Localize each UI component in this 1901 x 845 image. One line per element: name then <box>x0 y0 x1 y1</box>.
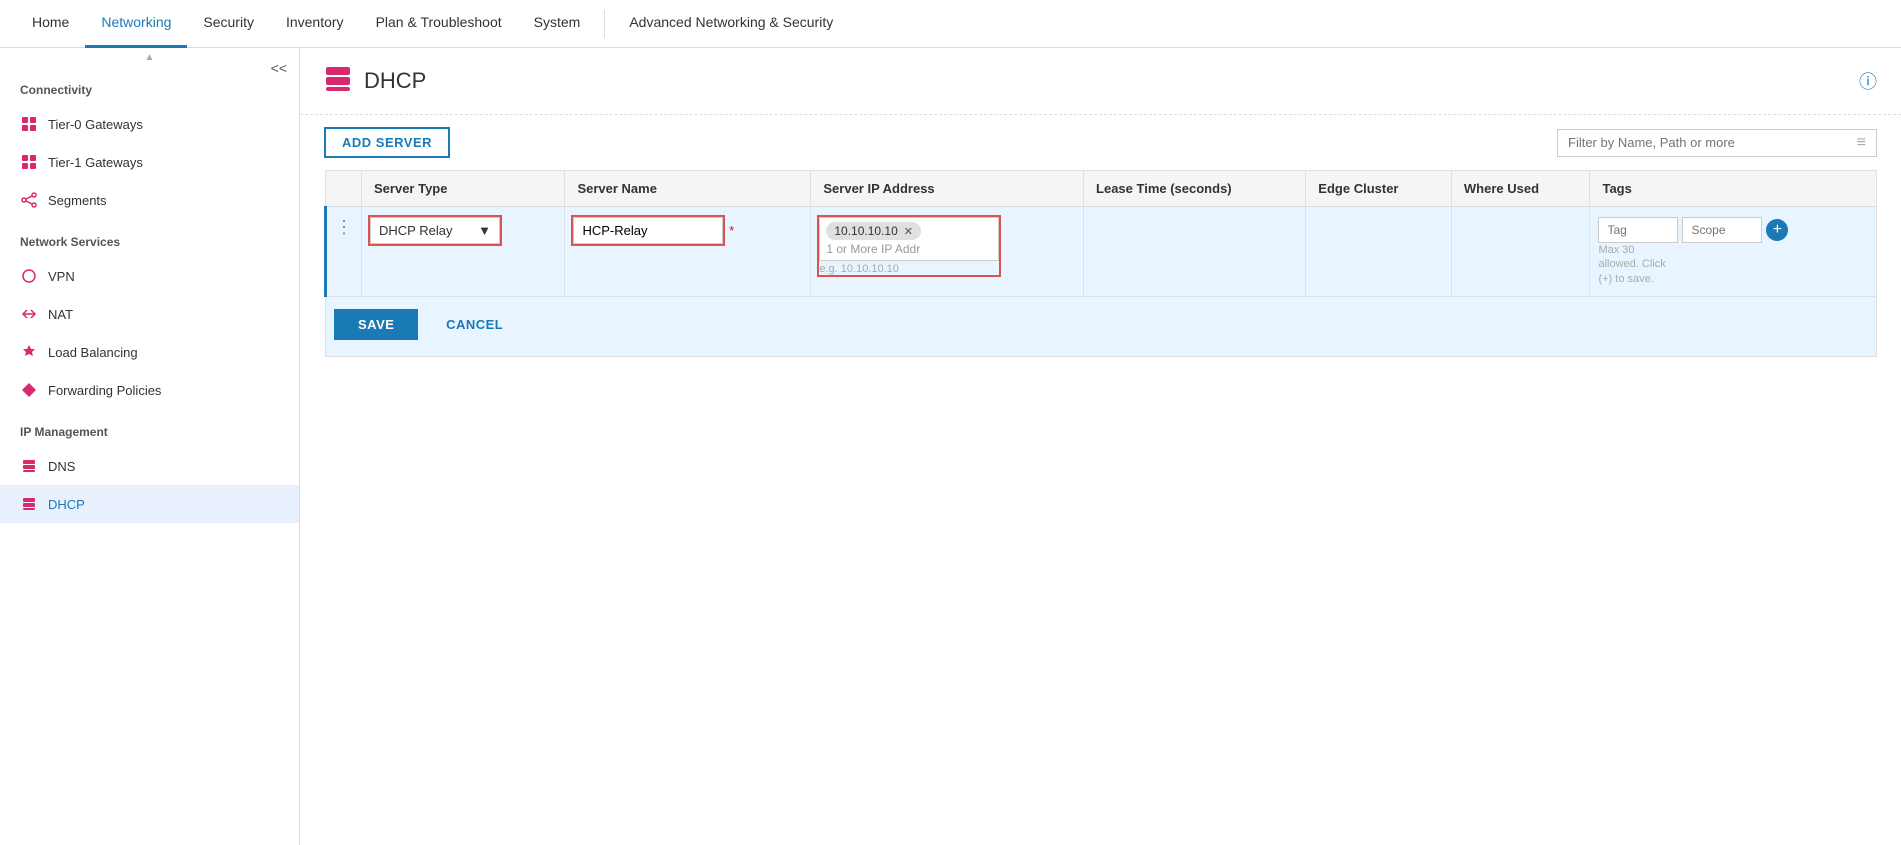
ip-example: e.g. 10.10.10.10 <box>819 263 999 275</box>
sidebar-item-label-tier1: Tier-1 Gateways <box>48 155 143 170</box>
server-type-cell: DHCP Relay ▼ <box>362 207 565 297</box>
scope-input[interactable] <box>1682 217 1762 243</box>
sidebar-scroll-up[interactable]: ▲ <box>0 48 299 67</box>
save-cancel-row: SAVE CANCEL <box>326 296 1877 356</box>
page-header: DHCP ⓘ <box>300 48 1901 115</box>
segments-icon <box>20 191 38 209</box>
required-star: * <box>729 223 734 238</box>
server-type-dropdown-icon: ▼ <box>478 223 491 238</box>
main-content: DHCP ⓘ ADD SERVER ≡ Server Type Server N… <box>300 48 1901 845</box>
ip-tag: 10.10.10.10 ✕ <box>826 222 921 240</box>
save-button[interactable]: SAVE <box>334 309 418 340</box>
sidebar-item-nat[interactable]: NAT <box>0 295 299 333</box>
edge-cluster-cell <box>1306 207 1452 297</box>
max-note: Max 30 allowed. Click (+) to save. <box>1598 243 1868 286</box>
forwarding-policies-icon <box>20 381 38 399</box>
page-header-icon <box>324 64 352 98</box>
help-icon[interactable]: ⓘ <box>1859 68 1877 94</box>
nav-system[interactable]: System <box>518 0 597 48</box>
server-type-select[interactable]: DHCP Relay ▼ <box>370 217 500 244</box>
lease-time-cell <box>1084 207 1306 297</box>
nav-divider <box>604 10 605 38</box>
sidebar-item-forwarding-policies[interactable]: Forwarding Policies <box>0 371 299 409</box>
nav-inventory[interactable]: Inventory <box>270 0 360 48</box>
nav-home[interactable]: Home <box>16 0 85 48</box>
server-name-cell: * <box>565 207 811 297</box>
ip-tag-close-icon[interactable]: ✕ <box>904 225 913 238</box>
col-server-type: Server Type <box>362 171 565 207</box>
table-wrapper: Server Type Server Name Server IP Addres… <box>300 170 1901 357</box>
cancel-button[interactable]: CANCEL <box>430 309 519 340</box>
sidebar-item-label-dhcp: DHCP <box>48 497 85 512</box>
col-server-name: Server Name <box>565 171 811 207</box>
row-actions-cell: ⋮ <box>326 207 362 297</box>
sidebar-item-label-load-balancing: Load Balancing <box>48 345 138 360</box>
sidebar-collapse-button[interactable]: << <box>267 56 291 80</box>
nav-networking[interactable]: Networking <box>85 0 187 48</box>
top-navigation: Home Networking Security Inventory Plan … <box>0 0 1901 48</box>
filter-icon: ≡ <box>1857 134 1866 152</box>
where-used-cell <box>1451 207 1590 297</box>
add-server-button[interactable]: ADD SERVER <box>324 127 450 158</box>
col-where-used: Where Used <box>1451 171 1590 207</box>
sidebar-item-dns[interactable]: DNS <box>0 447 299 485</box>
nav-advanced-networking-security[interactable]: Advanced Networking & Security <box>613 0 849 48</box>
sidebar-section-ip-management: IP Management <box>0 409 299 447</box>
dns-icon <box>20 457 38 475</box>
sidebar-item-label-dns: DNS <box>48 459 75 474</box>
sidebar-item-dhcp[interactable]: DHCP <box>0 485 299 523</box>
page-title: DHCP <box>364 68 426 94</box>
app-layout: ▲ << Connectivity Tier-0 Gateways <box>0 48 1901 845</box>
server-ip-cell: 10.10.10.10 ✕ 1 or More IP Addr e.g. 10.… <box>811 207 1084 297</box>
sidebar-item-label-forwarding-policies: Forwarding Policies <box>48 383 161 398</box>
tags-cell: + Max 30 allowed. Click (+) to save. <box>1590 207 1877 297</box>
server-name-input[interactable] <box>573 217 723 244</box>
tag-add-button[interactable]: + <box>1766 219 1788 241</box>
nav-plan-troubleshoot[interactable]: Plan & Troubleshoot <box>360 0 518 48</box>
col-edge-cluster: Edge Cluster <box>1306 171 1452 207</box>
col-actions <box>326 171 362 207</box>
col-tags: Tags <box>1590 171 1877 207</box>
save-cancel-cell: SAVE CANCEL <box>326 296 1877 356</box>
ip-field-wrapper[interactable]: 10.10.10.10 ✕ 1 or More IP Addr <box>819 217 999 261</box>
sidebar-item-vpn[interactable]: VPN <box>0 257 299 295</box>
vpn-icon <box>20 267 38 285</box>
nav-security[interactable]: Security <box>187 0 270 48</box>
sidebar-item-load-balancing[interactable]: Load Balancing <box>0 333 299 371</box>
sidebar-item-label-nat: NAT <box>48 307 73 322</box>
sidebar-item-tier0[interactable]: Tier-0 Gateways <box>0 105 299 143</box>
tag-input[interactable] <box>1598 217 1678 243</box>
sidebar-item-segments[interactable]: Segments <box>0 181 299 219</box>
tags-input-group: + <box>1598 217 1868 243</box>
table-row: ⋮ DHCP Relay ▼ <box>326 207 1877 297</box>
filter-input-wrapper: ≡ <box>1557 129 1877 157</box>
table-header-row: Server Type Server Name Server IP Addres… <box>326 171 1877 207</box>
sidebar-item-label-tier0: Tier-0 Gateways <box>48 117 143 132</box>
tier1-icon <box>20 153 38 171</box>
dhcp-table: Server Type Server Name Server IP Addres… <box>324 170 1877 357</box>
sidebar-item-tier1[interactable]: Tier-1 Gateways <box>0 143 299 181</box>
filter-input[interactable] <box>1568 135 1849 150</box>
tier0-icon <box>20 115 38 133</box>
sidebar-item-label-vpn: VPN <box>48 269 75 284</box>
sidebar-section-connectivity: Connectivity <box>0 67 299 105</box>
toolbar: ADD SERVER ≡ <box>300 115 1901 170</box>
load-balancing-icon <box>20 343 38 361</box>
sidebar-section-network-services: Network Services <box>0 219 299 257</box>
server-type-value: DHCP Relay <box>379 223 452 238</box>
ip-placeholder: 1 or More IP Addr <box>826 242 992 256</box>
dhcp-icon <box>20 495 38 513</box>
row-actions-icon[interactable]: ⋮ <box>335 217 353 237</box>
ip-tag-value: 10.10.10.10 <box>834 224 897 238</box>
col-lease-time: Lease Time (seconds) <box>1084 171 1306 207</box>
sidebar-item-label-segments: Segments <box>48 193 107 208</box>
col-server-ip: Server IP Address <box>811 171 1084 207</box>
sidebar: ▲ << Connectivity Tier-0 Gateways <box>0 48 300 845</box>
nat-icon <box>20 305 38 323</box>
